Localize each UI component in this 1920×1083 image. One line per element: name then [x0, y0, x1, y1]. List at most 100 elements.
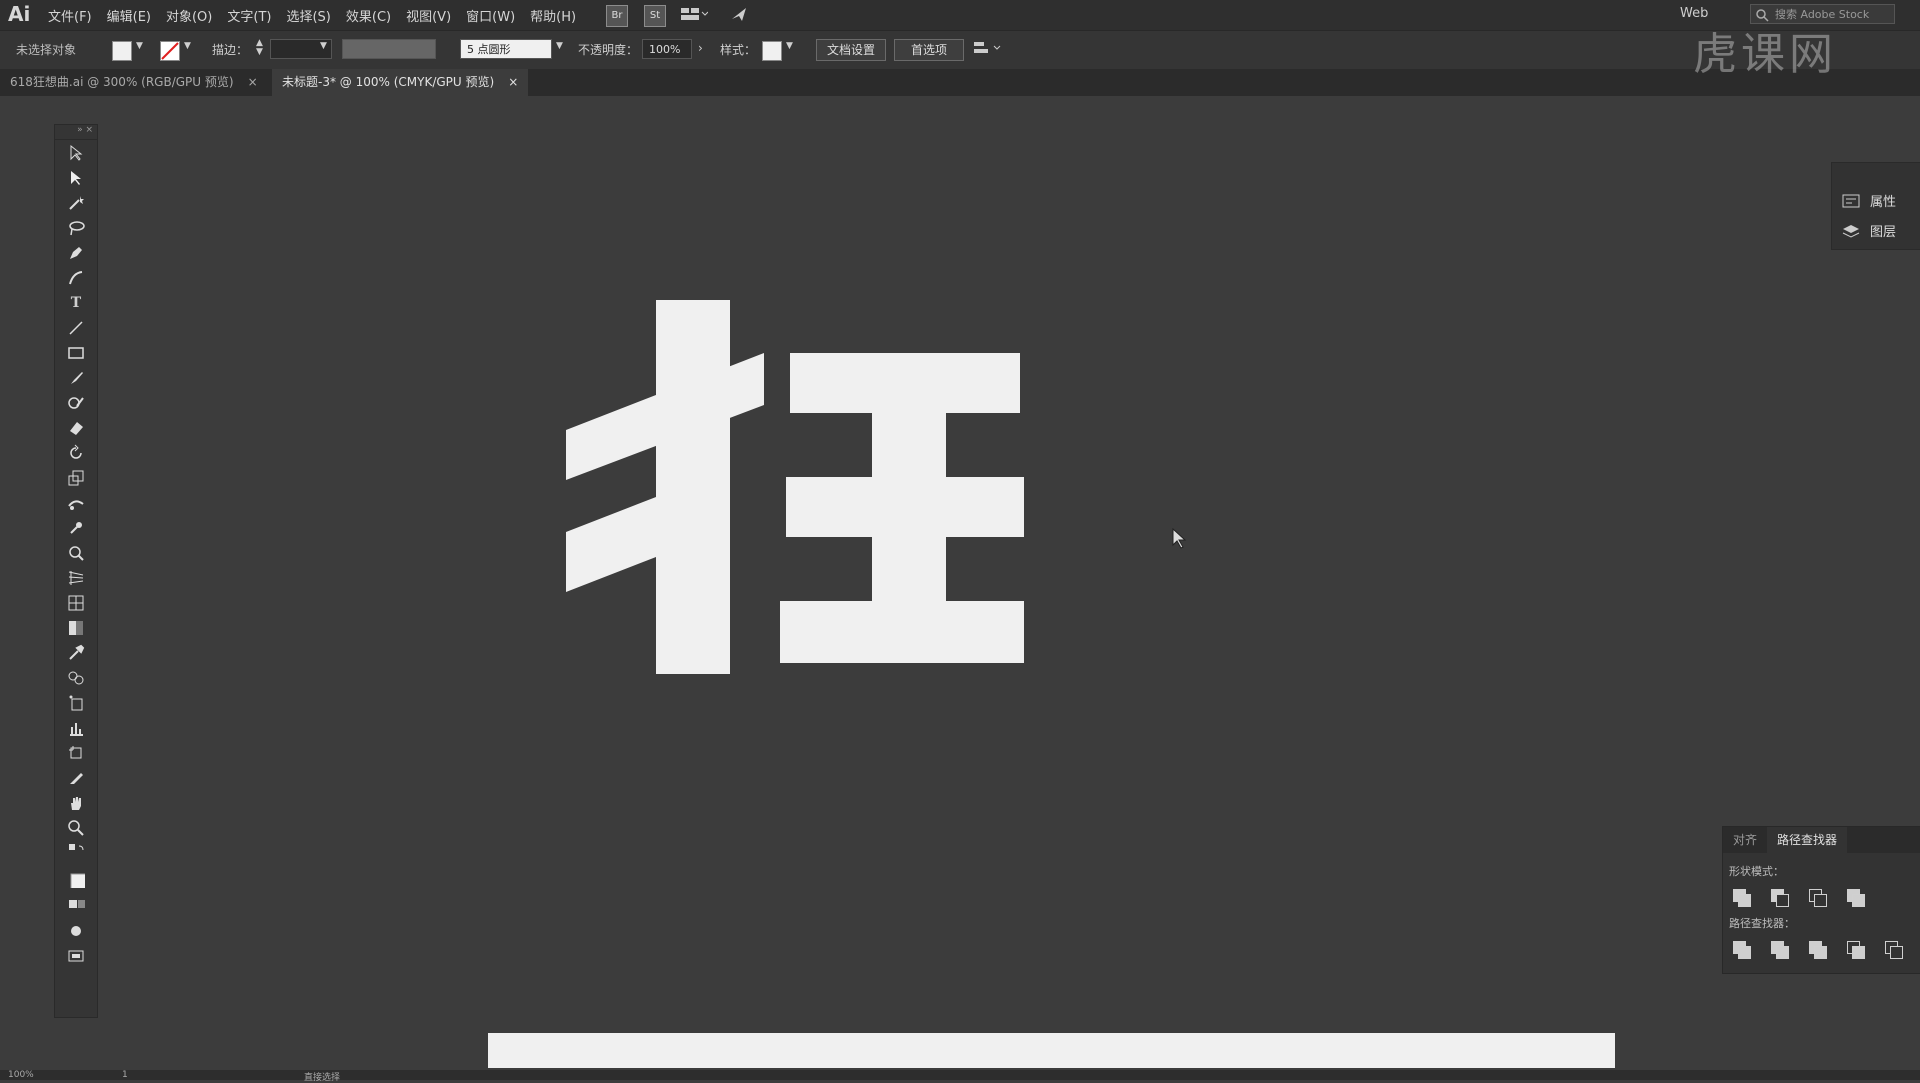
type-tool-icon[interactable]: T — [55, 290, 97, 315]
tab-document-2[interactable]: 未标题-3* @ 100% (CMYK/GPU 预览) × — [272, 69, 529, 96]
main-menu: 文件(F) 编辑(E) 对象(O) 文字(T) 选择(S) 效果(C) 视图(V… — [48, 6, 576, 25]
shape-builder-icon[interactable] — [55, 540, 97, 565]
canvas-artwork[interactable] — [560, 295, 1040, 675]
selection-tool-icon[interactable] — [55, 140, 97, 165]
warp-tool-icon[interactable] — [55, 490, 97, 515]
menu-type[interactable]: 文字(T) — [227, 6, 271, 25]
chevron-down-icon[interactable]: ▼ — [184, 41, 191, 51]
symbol-sprayer-icon[interactable] — [55, 690, 97, 715]
outline-icon[interactable] — [1885, 941, 1903, 959]
preferences-button[interactable]: 首选项 — [894, 39, 964, 61]
wang-top-stroke[interactable] — [790, 353, 1020, 413]
tab-pathfinder[interactable]: 路径查找器 — [1767, 827, 1848, 853]
bridge-icon[interactable]: Br — [606, 5, 628, 27]
curvature-tool-icon[interactable] — [55, 265, 97, 290]
arrange-documents-icon[interactable] — [680, 6, 709, 26]
rotate-tool-icon[interactable] — [55, 440, 97, 465]
variable-width-profile[interactable] — [342, 39, 436, 59]
tab-align[interactable]: 对齐 — [1723, 827, 1767, 853]
status-bar: 100% 1 直接选择 — [0, 1070, 1920, 1083]
bottom-overlay-bar — [488, 1033, 1615, 1068]
stock-icon[interactable]: St — [644, 5, 666, 27]
menu-view[interactable]: 视图(V) — [406, 6, 451, 25]
scale-tool-icon[interactable] — [55, 465, 97, 490]
properties-panel-button[interactable]: 属性 — [1842, 191, 1896, 210]
eraser-icon[interactable] — [55, 415, 97, 440]
perspective-grid-icon[interactable] — [55, 565, 97, 590]
slice-tool-icon[interactable] — [55, 765, 97, 790]
column-graph-icon[interactable] — [55, 715, 97, 740]
close-icon[interactable]: × — [508, 75, 518, 89]
artboard-number[interactable]: 1 — [122, 1070, 128, 1080]
paintbrush-icon[interactable] — [55, 365, 97, 390]
eyedropper-icon[interactable] — [55, 640, 97, 665]
default-colors-icon[interactable] — [55, 840, 97, 862]
chevron-right-icon[interactable]: › — [698, 41, 703, 55]
menu-help[interactable]: 帮助(H) — [530, 6, 576, 25]
fill-stroke-swatch-icon[interactable] — [55, 862, 97, 896]
mesh-tool-icon[interactable] — [55, 590, 97, 615]
exclude-icon[interactable] — [1847, 889, 1865, 907]
current-tool-status: 直接选择 — [304, 1073, 341, 1083]
app-logo: Ai — [8, 2, 31, 26]
brush-definition[interactable]: 5 点圆形 — [460, 39, 552, 59]
menu-bar: Ai 文件(F) 编辑(E) 对象(O) 文字(T) 选择(S) 效果(C) 视… — [0, 0, 1920, 30]
divide-icon[interactable] — [1733, 941, 1751, 959]
crop-icon[interactable] — [1847, 941, 1865, 959]
intersect-icon[interactable] — [1809, 889, 1827, 907]
zoom-tool-icon[interactable] — [55, 815, 97, 840]
document-setup-button[interactable]: 文档设置 — [816, 39, 886, 61]
blend-tool-icon[interactable] — [55, 665, 97, 690]
magic-wand-icon[interactable] — [55, 190, 97, 215]
unite-icon[interactable] — [1733, 889, 1751, 907]
menu-window[interactable]: 窗口(W) — [466, 6, 515, 25]
puppet-warp-icon[interactable] — [55, 515, 97, 540]
tab-document-1[interactable]: 618狂想曲.ai @ 300% (RGB/GPU 预览) × — [0, 69, 268, 96]
stroke-swatch[interactable] — [160, 41, 180, 61]
menu-file[interactable]: 文件(F) — [48, 6, 92, 25]
lasso-icon[interactable] — [55, 215, 97, 240]
wang-middle-stroke[interactable] — [786, 477, 1024, 537]
menu-object[interactable]: 对象(O) — [166, 6, 212, 25]
menu-edit[interactable]: 编辑(E) — [107, 6, 151, 25]
rectangle-tool-icon[interactable] — [55, 340, 97, 365]
shaper-tool-icon[interactable] — [55, 390, 97, 415]
menu-effect[interactable]: 效果(C) — [346, 6, 391, 25]
direct-selection-tool-icon[interactable] — [55, 165, 97, 190]
color-mode-icons[interactable] — [55, 896, 97, 918]
gradient-tool-icon[interactable] — [55, 615, 97, 640]
graphic-style-swatch[interactable] — [762, 41, 782, 61]
fill-swatch[interactable] — [112, 41, 132, 61]
align-icon[interactable] — [972, 39, 1002, 60]
trim-icon[interactable] — [1771, 941, 1789, 959]
style-label: 样式： — [720, 43, 757, 57]
opacity-field[interactable]: 100% — [642, 39, 692, 59]
wang-bottom-stroke[interactable] — [780, 601, 1024, 663]
stroke-label: 描边： — [212, 43, 249, 57]
chevron-down-icon[interactable]: ▼ — [786, 41, 793, 51]
screen-mode-icon[interactable] — [55, 943, 97, 968]
shape-modes-label: 形状模式： — [1729, 865, 1784, 878]
layers-icon — [1842, 224, 1860, 238]
close-icon[interactable]: × — [248, 75, 258, 89]
menu-select[interactable]: 选择(S) — [286, 6, 330, 25]
tab-label: 未标题-3* @ 100% (CMYK/GPU 预览) — [282, 75, 495, 89]
stroke-stepper[interactable]: ▲ ▼ — [256, 39, 263, 57]
minus-front-icon[interactable] — [1771, 889, 1789, 907]
drawing-modes-icon[interactable] — [55, 918, 97, 943]
document-tabs: 618狂想曲.ai @ 300% (RGB/GPU 预览) × 未标题-3* @ … — [0, 69, 1920, 96]
line-tool-icon[interactable] — [55, 315, 97, 340]
artboard-tool-icon[interactable] — [55, 740, 97, 765]
pen-tool-icon[interactable] — [55, 240, 97, 265]
gpu-performance-icon[interactable] — [730, 5, 750, 27]
panel-grip[interactable]: » × — [55, 125, 97, 140]
merge-icon[interactable] — [1809, 941, 1827, 959]
radical-vertical-stroke[interactable] — [656, 300, 730, 674]
zoom-level[interactable]: 100% — [8, 1070, 34, 1080]
hand-tool-icon[interactable] — [55, 790, 97, 815]
chevron-down-icon[interactable]: ▼ — [136, 41, 143, 51]
chevron-down-icon[interactable]: ▼ — [320, 41, 327, 51]
radical-lower-stroke[interactable] — [566, 497, 656, 592]
layers-panel-button[interactable]: 图层 — [1842, 221, 1896, 240]
chevron-down-icon[interactable]: ▼ — [556, 41, 563, 51]
